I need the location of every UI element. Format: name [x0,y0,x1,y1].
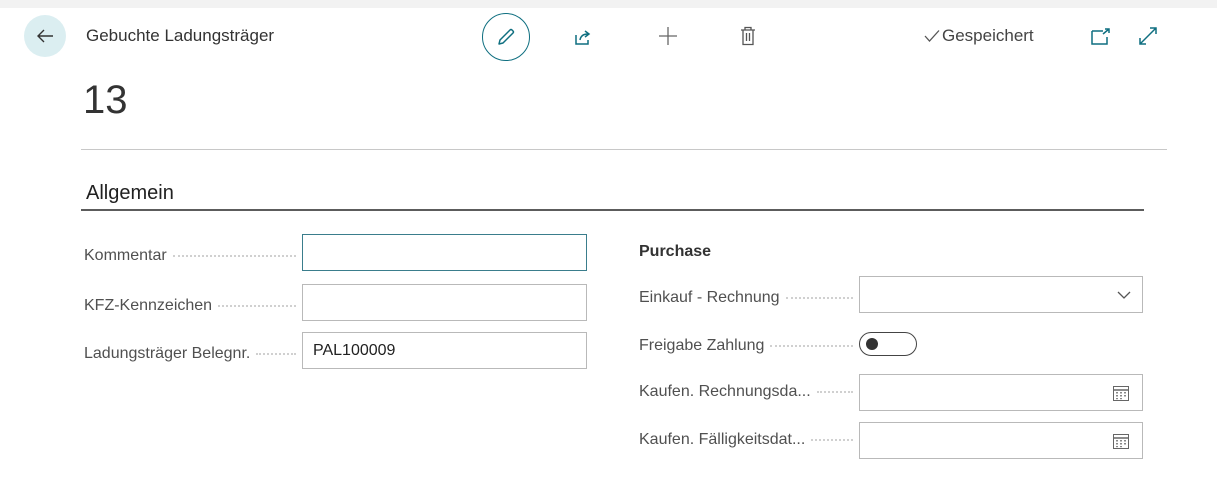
open-new-window-icon [1091,28,1110,45]
kommentar-label-text: Kommentar [84,247,167,264]
label-leader [218,305,296,307]
pencil-icon [498,28,515,45]
rechnungsdatum-label-text: Kaufen. Rechnungsda... [639,383,811,400]
trash-icon [741,26,755,46]
belegnr-label: Ladungsträger Belegnr. [84,344,302,364]
arrow-left-icon [37,29,53,43]
belegnr-label-text: Ladungsträger Belegnr. [84,345,251,362]
popout-button[interactable] [1088,24,1114,50]
label-leader [785,297,853,299]
page-title: 13 [83,78,128,122]
checkmark-icon [924,30,940,42]
saved-status-label: Gespeichert [942,26,1034,45]
top-strip [0,0,1217,8]
purchase-group-title: Purchase [639,243,712,260]
einkauf-label-text: Einkauf - Rechnung [639,289,780,306]
label-leader [811,439,853,441]
expand-icon [1139,27,1157,45]
rechnungsdatum-field[interactable] [859,374,1143,411]
back-button[interactable] [24,15,66,57]
label-leader [816,391,853,393]
saved-status: Gespeichert [924,26,1034,46]
share-button[interactable] [568,22,598,52]
plus-icon [659,27,677,45]
faelligkeitsdatum-field[interactable] [859,422,1143,459]
header-divider [81,149,1167,150]
rechnungsdatum-label: Kaufen. Rechnungsda... [639,382,859,402]
calendar-icon[interactable] [1112,384,1130,402]
belegnr-field[interactable] [302,332,587,369]
label-leader [770,345,853,347]
edit-button[interactable] [482,13,530,61]
freigabe-label: Freigabe Zahlung [639,336,859,356]
freigabe-zahlung-toggle[interactable] [859,332,917,356]
section-underline [81,209,1144,211]
page-card: Gebuchte Ladungsträger 13 Gespeichert Al… [8,8,1217,502]
kommentar-label: Kommentar [84,246,302,266]
kommentar-field[interactable] [302,234,587,271]
page-caption: Gebuchte Ladungsträger [86,26,275,45]
toggle-knob [866,338,878,350]
faelligkeit-label: Kaufen. Fälligkeitsdat... [639,430,859,450]
expand-button[interactable] [1134,22,1162,50]
einkauf-rechnung-dropdown[interactable] [859,276,1143,313]
calendar-icon[interactable] [1112,432,1130,450]
einkauf-label: Einkauf - Rechnung [639,288,859,308]
section-title: Allgemein [86,182,174,204]
kfz-field[interactable] [302,284,587,321]
kfz-label: KFZ-Kennzeichen [84,296,302,316]
new-button[interactable] [652,20,684,52]
share-icon [575,30,591,45]
delete-button[interactable] [732,20,764,52]
label-leader [256,353,296,355]
kfz-label-text: KFZ-Kennzeichen [84,297,213,314]
faelligkeit-label-text: Kaufen. Fälligkeitsdat... [639,431,806,448]
chevron-down-icon [1117,291,1131,299]
freigabe-label-text: Freigabe Zahlung [639,337,765,354]
label-leader [172,255,296,257]
